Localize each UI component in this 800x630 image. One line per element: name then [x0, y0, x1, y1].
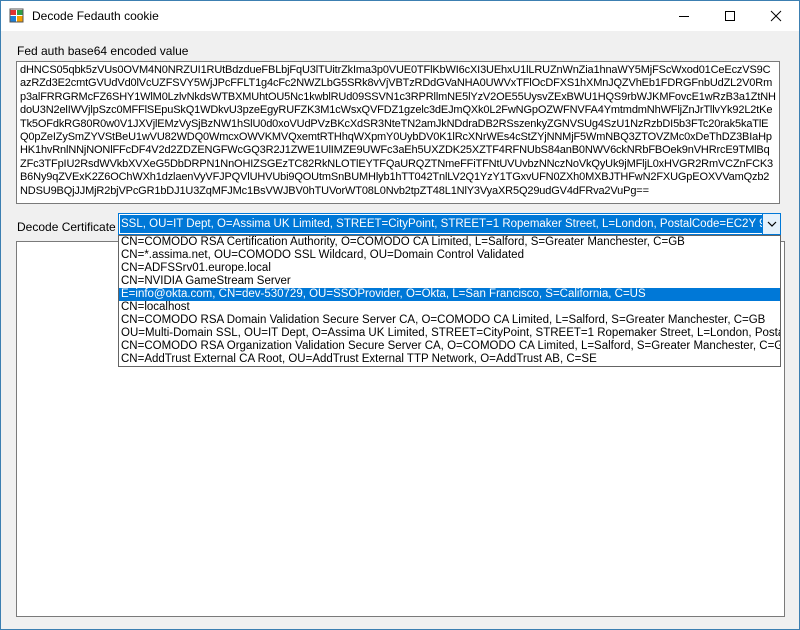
minimize-icon [679, 16, 689, 17]
app-icon[interactable] [9, 8, 25, 24]
fedauth-label: Fed auth base64 encoded value [17, 44, 189, 58]
combobox-dropdown-button[interactable] [762, 214, 780, 234]
dropdown-item[interactable]: CN=localhost [119, 301, 780, 314]
close-icon [770, 10, 782, 22]
fedauth-value-textbox[interactable]: dHNCS05qbk5zVUs0OVM4N0NRZUI1RUtBdzdueFBL… [16, 61, 780, 204]
dropdown-item[interactable]: CN=COMODO RSA Organization Validation Se… [119, 340, 780, 353]
certificate-combobox[interactable]: SSL, OU=IT Dept, O=Assima UK Limited, ST… [118, 213, 781, 235]
dropdown-item[interactable]: CN=COMODO RSA Domain Validation Secure S… [119, 314, 780, 327]
decode-certificate-label: Decode Certificate [17, 220, 116, 234]
chevron-down-icon [767, 221, 776, 227]
dropdown-item[interactable]: CN=AddTrust External CA Root, OU=AddTrus… [119, 353, 780, 366]
maximize-button[interactable] [707, 1, 753, 31]
certificate-dropdown-list[interactable]: CN=COMODO RSA Certification Authority, O… [118, 235, 781, 367]
certificate-selected-value: SSL, OU=IT Dept, O=Assima UK Limited, ST… [120, 215, 763, 233]
dropdown-item[interactable]: CN=NVIDIA GameStream Server [119, 275, 780, 288]
dropdown-item[interactable]: CN=ADFSSrv01.europe.local [119, 262, 780, 275]
close-button[interactable] [753, 1, 799, 31]
dropdown-item[interactable]: CN=*.assima.net, OU=COMODO SSL Wildcard,… [119, 249, 780, 262]
fedauth-value-text: dHNCS05qbk5zVUs0OVM4N0NRZUI1RUtBdzdueFBL… [20, 64, 776, 197]
title-bar[interactable]: Decode Fedauth cookie [1, 1, 799, 31]
main-window: Decode Fedauth cookie Fed auth base64 en… [0, 0, 800, 630]
window-title: Decode Fedauth cookie [32, 9, 159, 23]
minimize-button[interactable] [661, 1, 707, 31]
maximize-icon [725, 11, 735, 21]
dropdown-item[interactable]: OU=Multi-Domain SSL, OU=IT Dept, O=Assim… [119, 327, 780, 340]
dropdown-item-highlighted[interactable]: E=info@okta.com, CN=dev-530729, OU=SSOPr… [119, 288, 780, 301]
dropdown-item[interactable]: CN=COMODO RSA Certification Authority, O… [119, 236, 780, 249]
